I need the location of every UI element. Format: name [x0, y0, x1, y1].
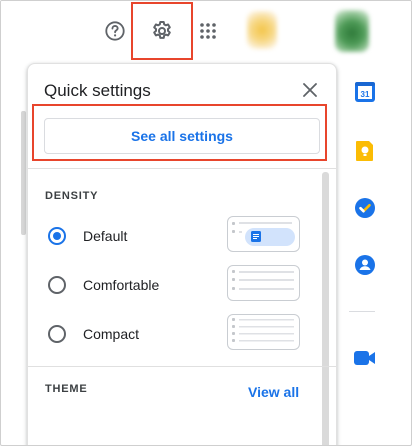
density-option-default[interactable]: Default: [28, 216, 318, 256]
see-all-settings-button[interactable]: See all settings: [44, 118, 320, 154]
compact-preview-image: [232, 318, 294, 342]
divider: [28, 366, 336, 367]
keep-app-button[interactable]: [353, 139, 377, 163]
density-option-compact[interactable]: Compact: [28, 314, 318, 354]
help-circle-icon: [105, 21, 125, 41]
density-label: DENSITY: [45, 190, 99, 202]
window-frame: Quick settings See all settings DENSITY …: [0, 0, 412, 446]
quick-settings-panel: Quick settings See all settings DENSITY …: [27, 63, 337, 445]
density-option-comfortable[interactable]: Comfortable: [28, 265, 318, 305]
workspace-logo[interactable]: [247, 11, 277, 49]
meet-app-button[interactable]: [353, 346, 377, 370]
option-label: Default: [83, 228, 128, 244]
background-scrollbar[interactable]: [21, 111, 26, 235]
apps-button[interactable]: [194, 17, 222, 45]
apps-grid-icon: [200, 23, 216, 39]
calendar-date: 31: [361, 90, 370, 99]
compact-density-thumbnail[interactable]: [227, 314, 300, 350]
option-label: Comfortable: [83, 277, 160, 293]
comfortable-density-thumbnail[interactable]: [227, 265, 300, 301]
account-avatar[interactable]: [335, 10, 369, 52]
tasks-app-button[interactable]: [353, 196, 377, 220]
help-button[interactable]: [101, 17, 129, 45]
theme-label: THEME: [45, 383, 88, 395]
default-density-thumbnail[interactable]: [227, 216, 300, 252]
calendar-app-button[interactable]: 31: [353, 80, 377, 104]
calendar-icon: 31: [355, 82, 375, 102]
radio-compact[interactable]: [48, 325, 66, 343]
side-divider: [349, 311, 375, 312]
close-icon: [303, 83, 317, 97]
settings-button[interactable]: [131, 2, 193, 60]
default-preview-image: [232, 222, 295, 246]
contacts-icon: [355, 255, 375, 275]
meet-icon: [354, 351, 375, 365]
view-all-themes-link[interactable]: View all: [248, 384, 299, 400]
contacts-app-button[interactable]: [353, 253, 377, 277]
tasks-icon: [355, 198, 375, 218]
panel-scrollbar[interactable]: [322, 172, 329, 445]
close-button[interactable]: [300, 80, 320, 100]
comfortable-preview-image: [232, 270, 294, 290]
radio-default[interactable]: [48, 227, 66, 245]
keep-icon: [356, 141, 373, 161]
radio-comfortable[interactable]: [48, 276, 66, 294]
divider: [28, 168, 336, 169]
panel-title: Quick settings: [44, 81, 151, 100]
gear-icon: [153, 21, 171, 39]
top-header: [1, 1, 411, 63]
option-label: Compact: [83, 326, 140, 342]
